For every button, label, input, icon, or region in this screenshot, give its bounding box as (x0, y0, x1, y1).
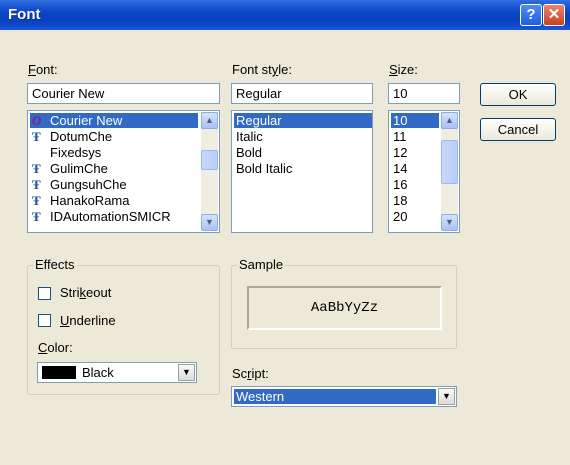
underline-checkbox[interactable] (38, 314, 51, 327)
font-name-input[interactable]: Courier New (27, 83, 220, 104)
font-name: GungsuhChe (50, 177, 127, 192)
font-style-item[interactable]: Regular (234, 113, 372, 128)
size-input[interactable]: 10 (388, 83, 460, 104)
size-item[interactable]: 11 (391, 129, 439, 144)
color-select[interactable]: Black ▼ (37, 362, 197, 383)
size-item[interactable]: 12 (391, 145, 439, 160)
color-label: Color: (38, 340, 73, 355)
font-style-item[interactable]: Bold (234, 145, 372, 160)
truetype-icon: Ŧ (32, 177, 41, 192)
font-dialog: Font ? ✕ Font: Courier New O Courier New Ŧ… (0, 0, 570, 465)
truetype-icon: Ŧ (32, 193, 41, 208)
script-select[interactable]: Western ▼ (231, 386, 457, 407)
ok-button[interactable]: OK (480, 83, 556, 106)
font-name: GulimChe (50, 161, 108, 176)
color-swatch (42, 366, 76, 379)
strikeout-checkbox[interactable] (38, 287, 51, 300)
cancel-button[interactable]: Cancel (480, 118, 556, 141)
chevron-down-icon[interactable]: ▼ (178, 364, 195, 381)
size-item[interactable]: 14 (391, 161, 439, 176)
font-style-input[interactable]: Regular (231, 83, 373, 104)
font-name: DotumChe (50, 129, 113, 144)
scroll-down-icon[interactable]: ▼ (441, 214, 458, 231)
size-item[interactable]: 16 (391, 177, 439, 192)
font-list[interactable]: O Courier New Ŧ DotumChe Fixedsys Ŧ GulimChe Ŧ G… (27, 110, 220, 233)
close-button[interactable]: ✕ (543, 4, 565, 26)
font-list-item[interactable]: Ŧ IDAutomationSMICR (30, 209, 198, 224)
font-type-spacer (32, 145, 46, 160)
scroll-up-icon[interactable]: ▲ (201, 112, 218, 129)
script-value: Western (234, 389, 436, 404)
font-name: Fixedsys (50, 145, 102, 160)
scroll-up-icon[interactable]: ▲ (441, 112, 458, 129)
sample-group-label: Sample (237, 257, 286, 272)
window-title: Font (8, 6, 41, 23)
font-list-item[interactable]: Ŧ GungsuhChe (30, 177, 198, 192)
font-list-item[interactable]: Fixedsys (30, 145, 198, 160)
scroll-down-icon[interactable]: ▼ (201, 214, 218, 231)
font-list-item[interactable]: Ŧ DotumChe (30, 129, 198, 144)
scroll-thumb[interactable] (441, 140, 458, 184)
font-list-item[interactable]: Ŧ HanakoRama (30, 193, 198, 208)
title-bar[interactable]: Font ? ✕ (0, 0, 570, 30)
font-style-item[interactable]: Italic (234, 129, 372, 144)
font-list-scrollbar[interactable]: ▲ ▼ (201, 112, 218, 231)
underline-label[interactable]: Underline (60, 313, 116, 328)
truetype-icon: Ŧ (32, 161, 41, 176)
font-list-item[interactable]: O Courier New (30, 113, 198, 128)
size-item[interactable]: 10 (391, 113, 439, 128)
font-name: IDAutomationSMICR (50, 209, 171, 224)
font-style-label: Font style: (232, 62, 292, 77)
font-label: Font: (28, 62, 58, 77)
sample-preview: AaBbYyZz (247, 286, 442, 330)
script-label: Script: (232, 366, 269, 381)
font-style-item[interactable]: Bold Italic (234, 161, 372, 176)
help-button[interactable]: ? (520, 4, 542, 26)
size-item[interactable]: 20 (391, 209, 439, 224)
font-name: Courier New (50, 113, 123, 128)
size-label: Size: (389, 62, 418, 77)
scroll-thumb[interactable] (201, 150, 218, 170)
truetype-icon: Ŧ (32, 129, 41, 144)
size-item[interactable]: 18 (391, 193, 439, 208)
opentype-icon: O (32, 113, 42, 128)
chevron-down-icon[interactable]: ▼ (438, 388, 455, 405)
font-list-item[interactable]: Ŧ GulimChe (30, 161, 198, 176)
font-style-list[interactable]: Regular Italic Bold Bold Italic (231, 110, 373, 233)
color-value: Black (82, 365, 114, 380)
truetype-icon: Ŧ (32, 209, 41, 224)
size-list-scrollbar[interactable]: ▲ ▼ (441, 112, 458, 231)
effects-group-label: Effects (33, 257, 77, 272)
font-name: HanakoRama (50, 193, 130, 208)
strikeout-label[interactable]: Strikeout (60, 285, 111, 300)
size-list[interactable]: 10 11 12 14 16 18 20 ▲ ▼ (388, 110, 460, 233)
